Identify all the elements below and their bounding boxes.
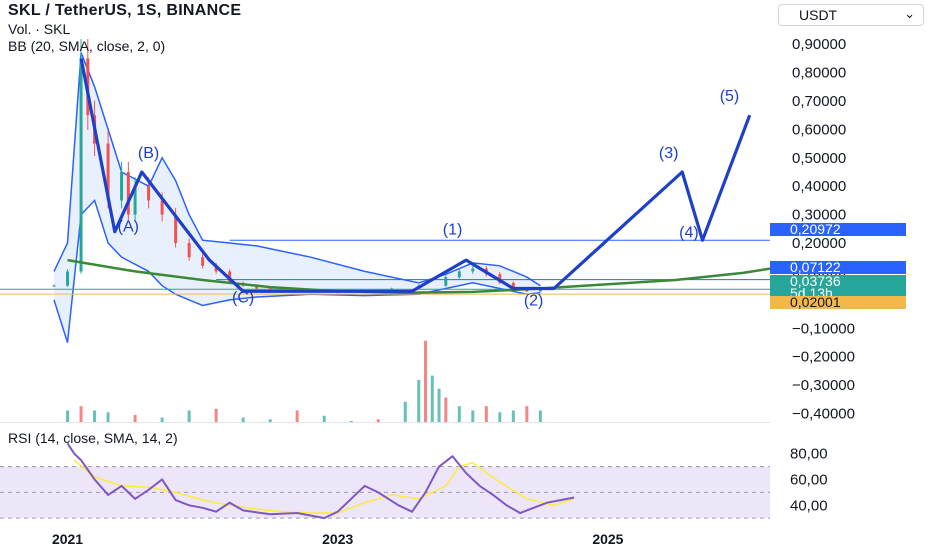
chart-canvas[interactable]: (A) (B) (C) (1) (2) (3) (4) (5) 0,90000 0,80000 0… xyxy=(0,0,932,550)
volume-bar[interactable] xyxy=(498,412,502,428)
rsi-axis-tick-label: 60,00 xyxy=(790,471,828,488)
rsi-indicator-label[interactable]: RSI (14, close, SMA, 14, 2) xyxy=(8,430,178,446)
price-axis-tick-label: 0,40000 xyxy=(792,178,846,195)
price-axis-tick-label: 0,60000 xyxy=(792,121,846,138)
wave-label: (B) xyxy=(138,145,159,162)
candle-body[interactable] xyxy=(66,271,70,286)
price-axis-tick-label: 0,50000 xyxy=(792,150,846,167)
price-axis-tick-label: 0,70000 xyxy=(792,93,846,110)
candle-body[interactable] xyxy=(187,243,191,258)
candle-body[interactable] xyxy=(538,289,542,292)
candle-body[interactable] xyxy=(457,271,461,278)
volume-bar[interactable] xyxy=(106,412,110,428)
chevron-down-icon: ⌄ xyxy=(904,6,915,21)
volume-bar[interactable] xyxy=(457,406,461,428)
candle-body[interactable] xyxy=(79,58,83,272)
volume-bar[interactable] xyxy=(471,410,475,429)
rsi-axis-tick-label: 80,00 xyxy=(790,446,828,463)
volume-bar[interactable] xyxy=(538,410,542,429)
time-axis-tick-label: 2025 xyxy=(592,531,623,547)
chart-title: SKL / TetherUS, 1S, BINANCE xyxy=(8,2,242,19)
volume-bar[interactable] xyxy=(66,410,70,429)
price-axis-tick-label: 0,80000 xyxy=(792,65,846,82)
volume-bar[interactable] xyxy=(376,419,380,428)
price-axis-tick-label: 0,20000 xyxy=(792,235,846,252)
volume-bar[interactable] xyxy=(403,401,407,428)
volume-bar[interactable] xyxy=(79,406,83,428)
volume-bar[interactable] xyxy=(268,419,272,428)
candle-body[interactable] xyxy=(147,186,151,201)
wave-label: (4) xyxy=(679,224,699,241)
wave-label: (1) xyxy=(443,222,463,239)
volume-bar[interactable] xyxy=(187,410,191,429)
volume-bar[interactable] xyxy=(93,410,97,429)
volume-indicator-label[interactable]: Vol. · SKL xyxy=(8,21,70,37)
candle-body[interactable] xyxy=(201,257,205,266)
rsi-axis-tick-label: 40,00 xyxy=(790,497,828,514)
volume-bar[interactable] xyxy=(484,406,488,428)
price-axis-tick-label: −0,40000 xyxy=(792,405,855,422)
pane-separator[interactable] xyxy=(0,422,770,423)
price-axis-tick-label: −0,10000 xyxy=(792,320,855,337)
volume-bar[interactable] xyxy=(444,397,448,429)
candle-body[interactable] xyxy=(444,277,448,286)
wave-label: (2) xyxy=(524,293,544,310)
bollinger-indicator-label[interactable]: BB (20, SMA, close, 2, 0) xyxy=(8,38,165,54)
candle-body[interactable] xyxy=(471,268,475,272)
price-axis-tick-label: −0,30000 xyxy=(792,377,855,394)
wave-label: (3) xyxy=(659,145,679,162)
currency-label: USDT xyxy=(799,7,838,23)
volume-bar[interactable] xyxy=(214,408,218,428)
currency-selector-button[interactable]: USDT ⌄ xyxy=(778,4,924,26)
volume-bar[interactable] xyxy=(525,406,529,428)
candle-body[interactable] xyxy=(120,172,124,201)
price-label-text: 0,02001 xyxy=(790,294,841,310)
candle-body[interactable] xyxy=(126,172,130,215)
volume-bar[interactable] xyxy=(424,340,428,428)
volume-bar[interactable] xyxy=(511,410,515,429)
volume-bar[interactable] xyxy=(430,375,434,428)
wave-label: (A) xyxy=(118,219,139,236)
candle-body[interactable] xyxy=(52,285,56,287)
volume-bar[interactable] xyxy=(295,410,299,429)
price-axis-tick-label: 0,90000 xyxy=(792,36,846,53)
volume-bar[interactable] xyxy=(417,380,421,428)
wave-label: (C) xyxy=(232,290,254,307)
price-axis-tick-label: −0,20000 xyxy=(792,349,855,366)
time-axis-tick-label: 2021 xyxy=(52,531,83,547)
wave-label: (5) xyxy=(720,88,740,105)
time-axis-tick-label: 2023 xyxy=(322,531,353,547)
price-label-text: 0,20972 xyxy=(790,221,841,237)
candle-body[interactable] xyxy=(160,200,164,215)
